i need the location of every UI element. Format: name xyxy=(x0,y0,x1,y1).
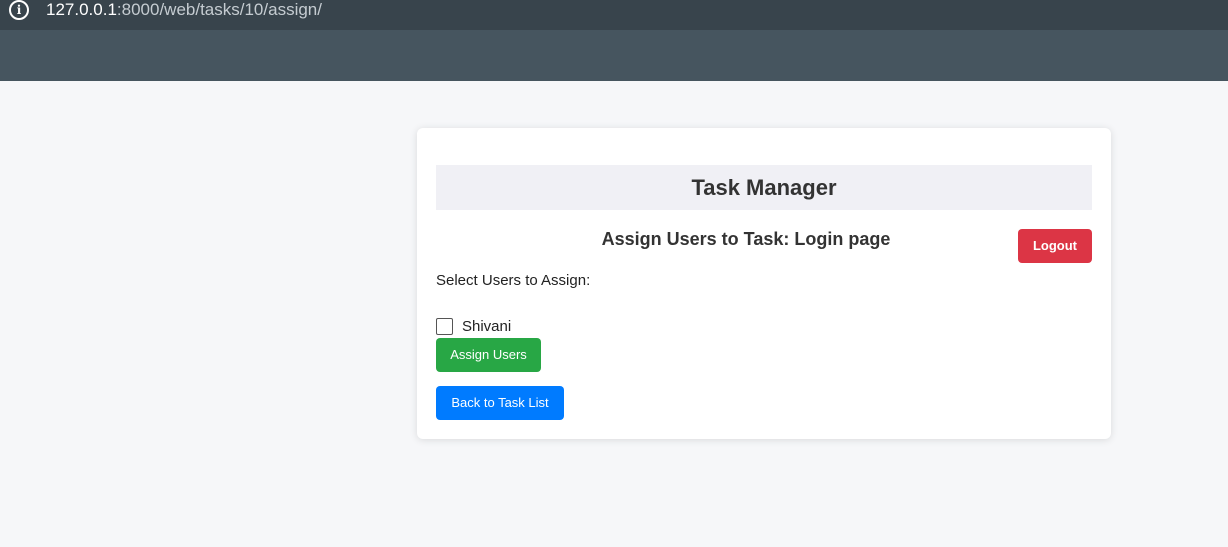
user-option-shivani[interactable]: Shivani xyxy=(436,317,511,335)
user-checkbox[interactable] xyxy=(436,317,453,335)
url-text[interactable]: 127.0.0.1:8000/web/tasks/10/assign/ xyxy=(46,0,322,20)
select-users-label: Select Users to Assign: xyxy=(436,272,591,289)
assign-users-button[interactable]: Assign Users xyxy=(436,338,541,372)
url-path: :8000/web/tasks/10/assign/ xyxy=(116,0,322,19)
back-to-task-list-button[interactable]: Back to Task List xyxy=(436,386,564,420)
app-header: Task Manager xyxy=(436,165,1092,210)
logout-button[interactable]: Logout xyxy=(1018,229,1092,263)
info-icon[interactable]: i xyxy=(9,0,29,20)
app-title: Task Manager xyxy=(691,175,837,200)
assign-card: Task Manager Assign Users to Task: Login… xyxy=(417,128,1111,439)
user-name: Shivani xyxy=(462,317,512,335)
page-title: Assign Users to Task: Login page xyxy=(601,229,891,249)
url-host: 127.0.0.1 xyxy=(46,0,117,19)
browser-toolbar: i 127.0.0.1:8000/web/tasks/10/assign/ xyxy=(0,0,1228,81)
address-bar[interactable]: i 127.0.0.1:8000/web/tasks/10/assign/ xyxy=(0,0,1228,30)
